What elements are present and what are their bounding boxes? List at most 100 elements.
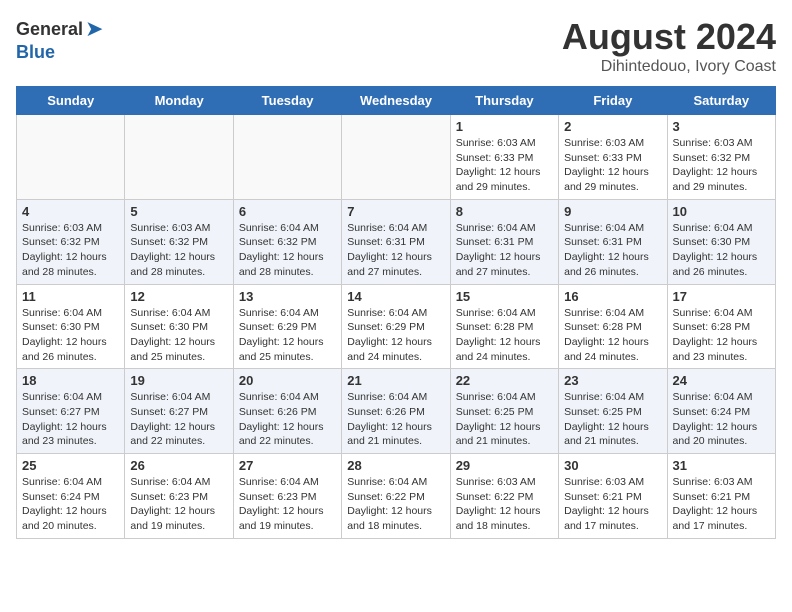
calendar-cell: 18 Sunrise: 6:04 AM Sunset: 6:27 PM Dayli… (17, 369, 125, 454)
day-number: 25 (22, 458, 119, 473)
day-info: Sunrise: 6:04 AM Sunset: 6:30 PM Dayligh… (22, 306, 119, 365)
day-number: 2 (564, 119, 661, 134)
day-info: Sunrise: 6:04 AM Sunset: 6:31 PM Dayligh… (564, 221, 661, 280)
calendar-cell: 9Sunrise: 6:04 AM Sunset: 6:31 PM Daylig… (559, 199, 667, 284)
calendar-cell: 28 Sunrise: 6:04 AM Sunset: 6:22 PM Dayli… (342, 454, 450, 539)
calendar-cell: 12Sunrise: 6:04 AM Sunset: 6:30 PM Dayli… (125, 284, 233, 369)
day-number: 16 (564, 289, 661, 304)
calendar-cell: 22Sunrise: 6:04 AM Sunset: 6:25 PM Dayli… (450, 369, 558, 454)
day-info: Sunrise: 6:04 AM Sunset: 6:31 PM Dayligh… (347, 221, 444, 280)
calendar-cell: 27 Sunrise: 6:04 AM Sunset: 6:23 PM Dayli… (233, 454, 341, 539)
day-number: 28 (347, 458, 444, 473)
day-info: Sunrise: 6:04 AM Sunset: 6:28 PM Dayligh… (456, 306, 553, 365)
calendar-cell: 1 Sunrise: 6:03 AM Sunset: 6:33 PM Daylig… (450, 115, 558, 200)
title-area: August 2024 Dihintedouo, Ivory Coast (562, 16, 776, 76)
calendar-cell: 21 Sunrise: 6:04 AM Sunset: 6:26 PM Dayli… (342, 369, 450, 454)
calendar-cell: 7 Sunrise: 6:04 AM Sunset: 6:31 PM Daylig… (342, 199, 450, 284)
calendar-header-row: SundayMondayTuesdayWednesdayThursdayFrid… (17, 87, 776, 115)
day-number: 17 (673, 289, 770, 304)
day-info: Sunrise: 6:03 AM Sunset: 6:33 PM Dayligh… (564, 136, 661, 195)
day-number: 8 (456, 204, 553, 219)
calendar-week-row: 11 Sunrise: 6:04 AM Sunset: 6:30 PM Dayli… (17, 284, 776, 369)
calendar-cell: 17 Sunrise: 6:04 AM Sunset: 6:28 PM Dayli… (667, 284, 775, 369)
day-of-week-header: Thursday (450, 87, 558, 115)
calendar-cell: 6Sunrise: 6:04 AM Sunset: 6:32 PM Daylig… (233, 199, 341, 284)
logo-blue-text: Blue (16, 42, 55, 62)
day-number: 1 (456, 119, 553, 134)
day-info: Sunrise: 6:04 AM Sunset: 6:23 PM Dayligh… (130, 475, 227, 534)
calendar-cell: 26Sunrise: 6:04 AM Sunset: 6:23 PM Dayli… (125, 454, 233, 539)
logo: General ➤ Blue (16, 16, 103, 63)
day-of-week-header: Sunday (17, 87, 125, 115)
day-info: Sunrise: 6:03 AM Sunset: 6:32 PM Dayligh… (22, 221, 119, 280)
calendar-cell: 5 Sunrise: 6:03 AM Sunset: 6:32 PM Daylig… (125, 199, 233, 284)
day-info: Sunrise: 6:04 AM Sunset: 6:27 PM Dayligh… (130, 390, 227, 449)
day-number: 23 (564, 373, 661, 388)
calendar-cell: 31 Sunrise: 6:03 AM Sunset: 6:21 PM Dayli… (667, 454, 775, 539)
day-number: 4 (22, 204, 119, 219)
day-info: Sunrise: 6:04 AM Sunset: 6:31 PM Dayligh… (456, 221, 553, 280)
day-number: 27 (239, 458, 336, 473)
calendar-cell: 10Sunrise: 6:04 AM Sunset: 6:30 PM Dayli… (667, 199, 775, 284)
calendar-cell (342, 115, 450, 200)
header: General ➤ Blue August 2024 Dihintedouo, … (16, 16, 776, 76)
day-info: Sunrise: 6:04 AM Sunset: 6:28 PM Dayligh… (673, 306, 770, 365)
day-info: Sunrise: 6:03 AM Sunset: 6:21 PM Dayligh… (564, 475, 661, 534)
day-info: Sunrise: 6:03 AM Sunset: 6:22 PM Dayligh… (456, 475, 553, 534)
day-number: 19 (130, 373, 227, 388)
calendar-cell: 8 Sunrise: 6:04 AM Sunset: 6:31 PM Daylig… (450, 199, 558, 284)
logo-general-text: General (16, 19, 83, 40)
day-info: Sunrise: 6:04 AM Sunset: 6:29 PM Dayligh… (347, 306, 444, 365)
day-info: Sunrise: 6:04 AM Sunset: 6:22 PM Dayligh… (347, 475, 444, 534)
day-info: Sunrise: 6:04 AM Sunset: 6:24 PM Dayligh… (22, 475, 119, 534)
day-number: 21 (347, 373, 444, 388)
day-info: Sunrise: 6:03 AM Sunset: 6:21 PM Dayligh… (673, 475, 770, 534)
day-number: 31 (673, 458, 770, 473)
calendar-week-row: 1 Sunrise: 6:03 AM Sunset: 6:33 PM Daylig… (17, 115, 776, 200)
calendar-week-row: 4 Sunrise: 6:03 AM Sunset: 6:32 PM Daylig… (17, 199, 776, 284)
day-info: Sunrise: 6:03 AM Sunset: 6:32 PM Dayligh… (673, 136, 770, 195)
day-of-week-header: Tuesday (233, 87, 341, 115)
day-number: 24 (673, 373, 770, 388)
calendar-cell: 2 Sunrise: 6:03 AM Sunset: 6:33 PM Daylig… (559, 115, 667, 200)
month-title: August 2024 (562, 16, 776, 58)
day-of-week-header: Monday (125, 87, 233, 115)
day-info: Sunrise: 6:04 AM Sunset: 6:26 PM Dayligh… (239, 390, 336, 449)
calendar-cell: 24Sunrise: 6:04 AM Sunset: 6:24 PM Dayli… (667, 369, 775, 454)
calendar-cell: 13 Sunrise: 6:04 AM Sunset: 6:29 PM Dayli… (233, 284, 341, 369)
calendar-cell: 20 Sunrise: 6:04 AM Sunset: 6:26 PM Dayli… (233, 369, 341, 454)
calendar-cell: 11 Sunrise: 6:04 AM Sunset: 6:30 PM Dayli… (17, 284, 125, 369)
day-number: 3 (673, 119, 770, 134)
day-number: 6 (239, 204, 336, 219)
day-info: Sunrise: 6:04 AM Sunset: 6:23 PM Dayligh… (239, 475, 336, 534)
day-number: 18 (22, 373, 119, 388)
calendar-cell: 14Sunrise: 6:04 AM Sunset: 6:29 PM Dayli… (342, 284, 450, 369)
day-info: Sunrise: 6:03 AM Sunset: 6:32 PM Dayligh… (130, 221, 227, 280)
day-number: 13 (239, 289, 336, 304)
day-info: Sunrise: 6:04 AM Sunset: 6:30 PM Dayligh… (130, 306, 227, 365)
calendar: SundayMondayTuesdayWednesdayThursdayFrid… (16, 86, 776, 539)
day-number: 15 (456, 289, 553, 304)
day-info: Sunrise: 6:04 AM Sunset: 6:25 PM Dayligh… (456, 390, 553, 449)
day-info: Sunrise: 6:04 AM Sunset: 6:30 PM Dayligh… (673, 221, 770, 280)
day-of-week-header: Saturday (667, 87, 775, 115)
logo-bird-icon: ➤ (85, 16, 103, 42)
day-info: Sunrise: 6:04 AM Sunset: 6:28 PM Dayligh… (564, 306, 661, 365)
day-of-week-header: Friday (559, 87, 667, 115)
day-info: Sunrise: 6:03 AM Sunset: 6:33 PM Dayligh… (456, 136, 553, 195)
calendar-cell: 4 Sunrise: 6:03 AM Sunset: 6:32 PM Daylig… (17, 199, 125, 284)
day-info: Sunrise: 6:04 AM Sunset: 6:26 PM Dayligh… (347, 390, 444, 449)
calendar-week-row: 25 Sunrise: 6:04 AM Sunset: 6:24 PM Dayli… (17, 454, 776, 539)
day-number: 11 (22, 289, 119, 304)
day-info: Sunrise: 6:04 AM Sunset: 6:25 PM Dayligh… (564, 390, 661, 449)
day-number: 5 (130, 204, 227, 219)
day-info: Sunrise: 6:04 AM Sunset: 6:29 PM Dayligh… (239, 306, 336, 365)
calendar-cell: 30 Sunrise: 6:03 AM Sunset: 6:21 PM Dayli… (559, 454, 667, 539)
day-number: 29 (456, 458, 553, 473)
day-info: Sunrise: 6:04 AM Sunset: 6:27 PM Dayligh… (22, 390, 119, 449)
day-number: 7 (347, 204, 444, 219)
calendar-cell: 15 Sunrise: 6:04 AM Sunset: 6:28 PM Dayli… (450, 284, 558, 369)
calendar-cell: 16 Sunrise: 6:04 AM Sunset: 6:28 PM Dayli… (559, 284, 667, 369)
day-number: 30 (564, 458, 661, 473)
day-number: 20 (239, 373, 336, 388)
